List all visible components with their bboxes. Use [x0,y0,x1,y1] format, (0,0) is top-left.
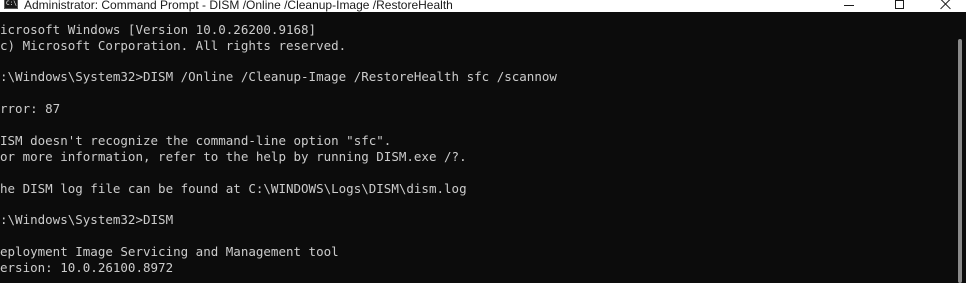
console-line: c) Microsoft Corporation. All rights res… [0,38,347,53]
window-title: Administrator: Command Prompt - DISM /On… [24,0,453,12]
console-line: rror: 87 [0,101,61,116]
console-line: or more information, refer to the help b… [0,149,467,164]
command-prompt-window: C:\ Administrator: Command Prompt - DISM… [0,0,966,283]
vertical-scrollbar[interactable] [954,12,966,283]
scrollbar-thumb[interactable] [958,39,962,283]
terminal-icon-glyph: C:\ [6,0,17,7]
console-line: :\Windows\System32>DISM /Online /Cleanup… [0,69,557,84]
close-button[interactable] [922,0,966,12]
close-icon [940,0,952,11]
console-line: :\Windows\System32>DISM [0,212,174,227]
console-line: ersion: 10.0.26100.8972 [0,260,174,275]
title-bar[interactable]: C:\ Administrator: Command Prompt - DISM… [0,0,966,12]
maximize-button[interactable] [876,0,922,12]
terminal-icon[interactable]: C:\ [4,0,18,9]
minimize-button[interactable] [826,0,872,12]
console-line: he DISM log file can be found at C:\WIND… [0,181,467,196]
minimize-icon [844,5,854,6]
console-output[interactable]: icrosoft Windows [Version 10.0.26200.916… [0,12,950,283]
maximize-icon [895,0,904,9]
